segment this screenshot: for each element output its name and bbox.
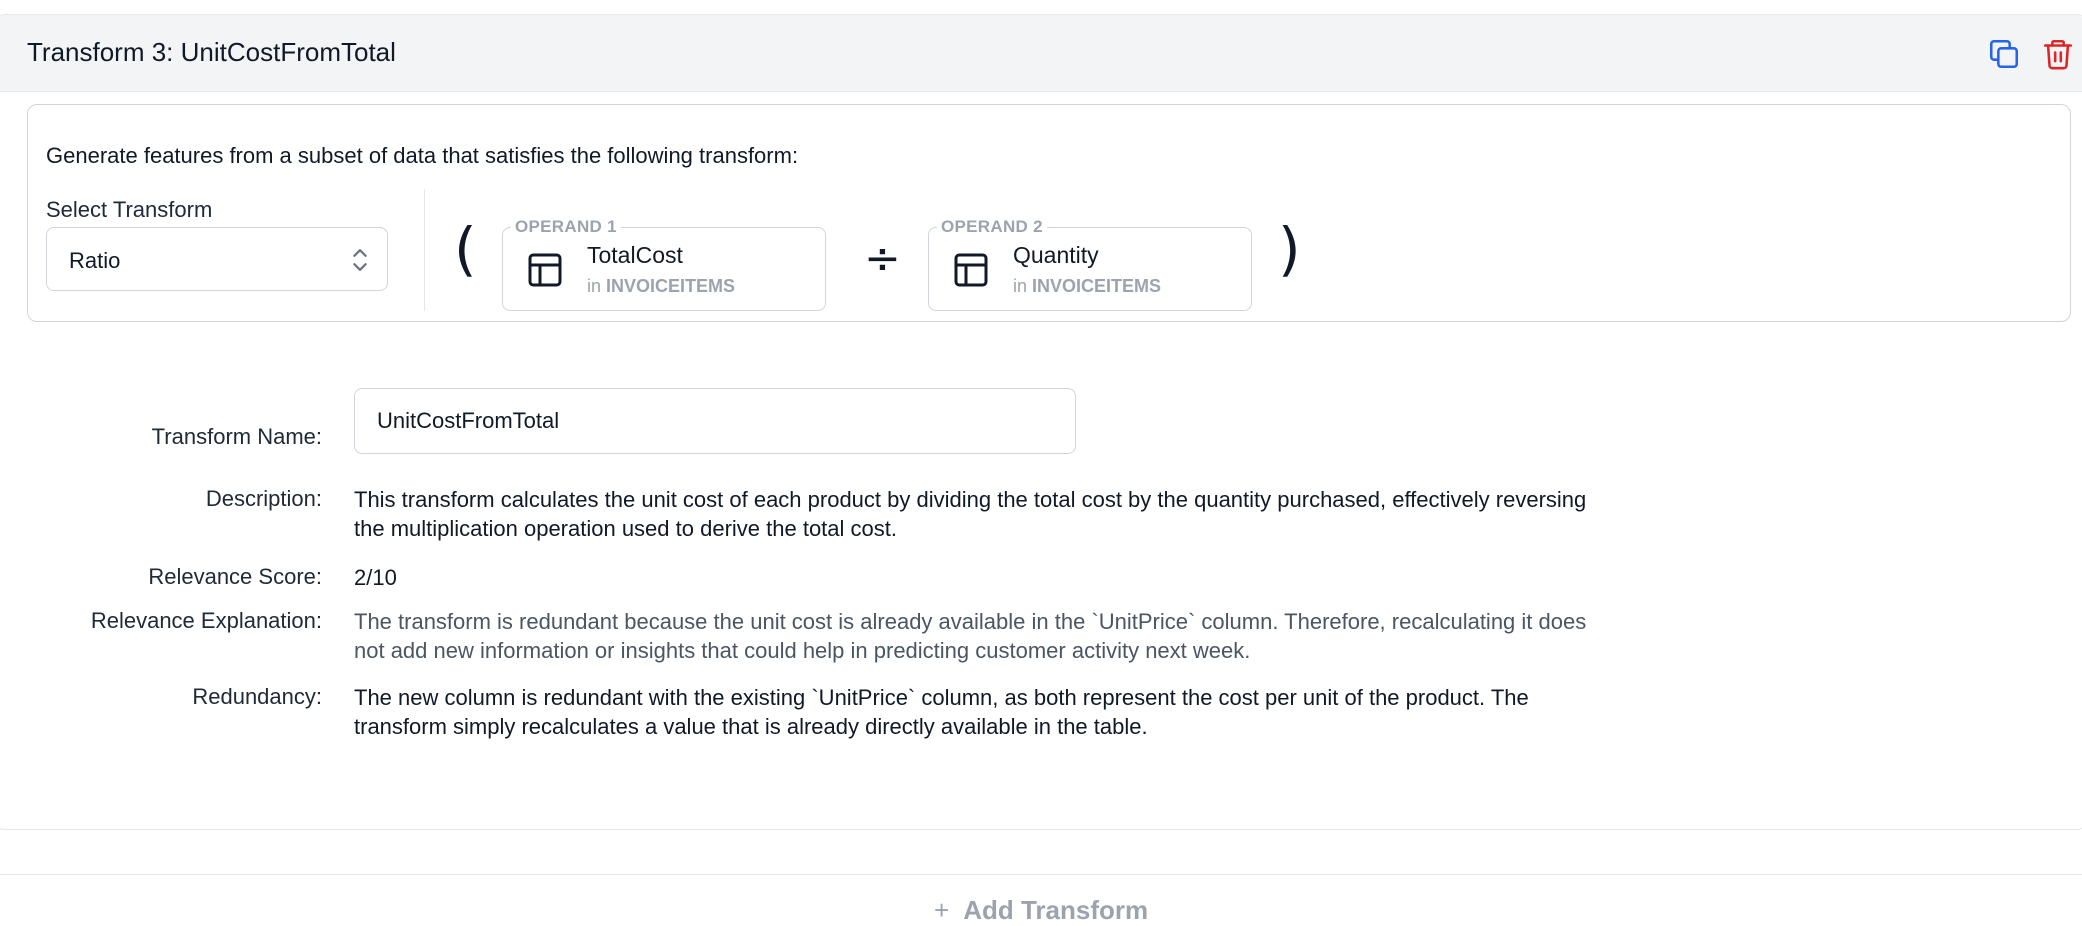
add-transform-area: + Add Transform bbox=[0, 874, 2082, 925]
trash-icon[interactable] bbox=[2041, 37, 2075, 71]
chevron-up-down-icon bbox=[353, 249, 367, 271]
transform-definition-box: Generate features from a subset of data … bbox=[27, 104, 2071, 322]
transform-name-label: Transform Name: bbox=[151, 424, 322, 449]
select-transform-label: Select Transform bbox=[46, 197, 213, 222]
redundancy-value: The new column is redundant with the exi… bbox=[354, 685, 1529, 739]
operand-1-legend: OPERAND 1 bbox=[511, 217, 621, 237]
transform-title: Transform 3: UnitCostFromTotal bbox=[27, 37, 396, 67]
operand-1-selector[interactable]: OPERAND 1 TotalCost in INVOICEITEMS bbox=[502, 217, 826, 311]
add-transform-label: Add Transform bbox=[963, 895, 1149, 925]
relevance-explanation-value: The transform is redundant because the u… bbox=[354, 609, 1587, 663]
transform-type-value: Ratio bbox=[69, 248, 121, 273]
relevance-explanation-label: Relevance Explanation: bbox=[90, 608, 322, 633]
operand-2-table: in INVOICEITEMS bbox=[1013, 276, 1162, 296]
redundancy-label: Redundancy: bbox=[192, 684, 322, 709]
transform-type-select[interactable]: Ratio bbox=[46, 227, 388, 291]
transform-intro: Generate features from a subset of data … bbox=[46, 143, 799, 168]
add-transform-button[interactable]: + Add Transform bbox=[934, 895, 1148, 926]
divide-operator: ÷ bbox=[864, 233, 901, 284]
close-paren: ) bbox=[1278, 215, 1301, 283]
operand-2-column: Quantity bbox=[1013, 242, 1099, 268]
transform-card-header: Transform 3: UnitCostFromTotal bbox=[0, 15, 2082, 92]
operand-1-table: in INVOICEITEMS bbox=[587, 276, 736, 296]
open-paren: ( bbox=[454, 215, 477, 283]
relevance-score-value: 2/10 bbox=[354, 565, 397, 590]
table-icon bbox=[954, 253, 988, 287]
operand-1-column: TotalCost bbox=[587, 242, 683, 268]
operand-2-selector[interactable]: OPERAND 2 Quantity in INVOICEITEMS bbox=[928, 217, 1252, 311]
vertical-divider bbox=[424, 189, 425, 311]
table-icon bbox=[528, 253, 562, 287]
description-label: Description: bbox=[205, 486, 322, 511]
copy-icon[interactable] bbox=[1987, 37, 2021, 71]
description-value: This transform calculates the unit cost … bbox=[354, 487, 1587, 541]
plus-icon: + bbox=[934, 895, 950, 925]
relevance-score-label: Relevance Score: bbox=[148, 564, 322, 589]
transform-name-input[interactable] bbox=[354, 388, 1076, 454]
operand-2-legend: OPERAND 2 bbox=[937, 217, 1047, 237]
